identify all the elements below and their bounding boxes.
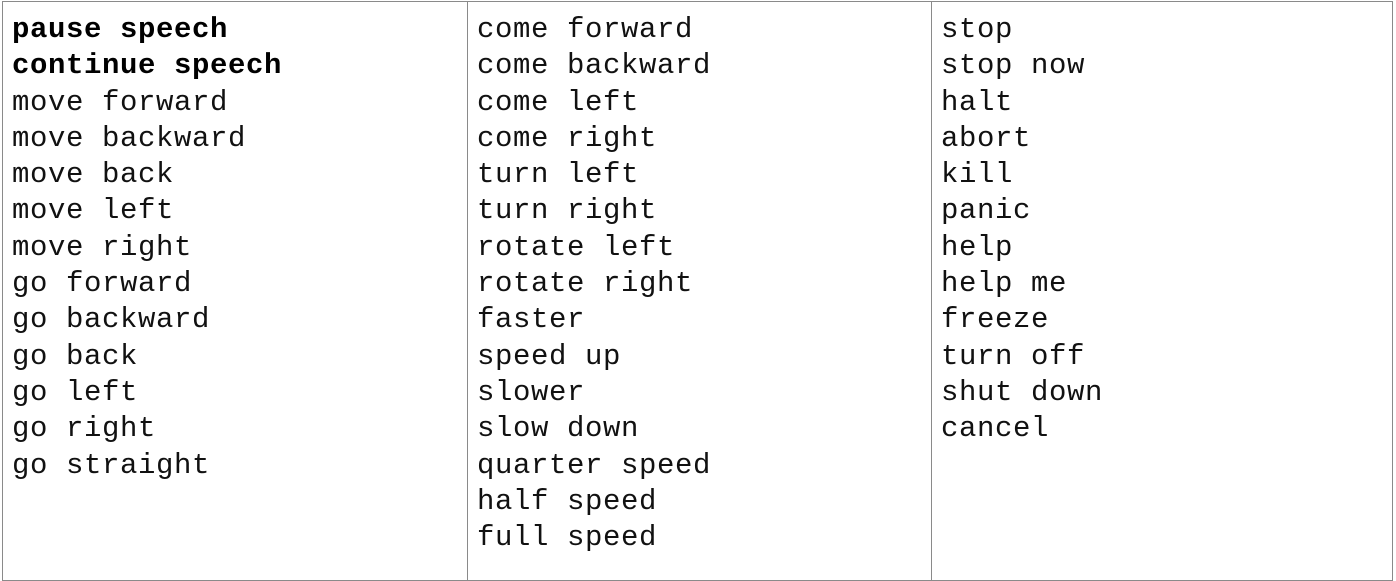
command-item: move backward bbox=[12, 121, 247, 155]
command-item: cancel bbox=[941, 412, 1050, 446]
command-item: slower bbox=[477, 375, 586, 409]
command-item: pause speech bbox=[12, 13, 229, 46]
command-item: half speed bbox=[477, 484, 658, 518]
command-item: turn right bbox=[477, 194, 658, 228]
command-item: help bbox=[941, 230, 1014, 264]
command-column-3: stop stop now halt abort kill panic help help m… bbox=[932, 2, 1392, 580]
command-item: move right bbox=[12, 230, 193, 264]
command-item: go straight bbox=[12, 448, 211, 482]
command-list: come forward come backward come left come r… bbox=[477, 12, 931, 556]
command-column-1: pause speech continue speech move forward m… bbox=[3, 2, 468, 580]
command-item: rotate right bbox=[477, 267, 694, 301]
command-item: abort bbox=[941, 121, 1032, 155]
command-item: faster bbox=[477, 303, 586, 337]
command-item: stop bbox=[941, 13, 1014, 46]
command-item: turn left bbox=[477, 158, 640, 192]
command-item: continue speech bbox=[12, 49, 283, 83]
command-table: pause speech continue speech move forward m… bbox=[2, 1, 1393, 581]
command-column-2: come forward come backward come left come r… bbox=[468, 2, 932, 580]
command-item: quarter speed bbox=[477, 448, 712, 482]
command-item: kill bbox=[941, 158, 1014, 192]
command-item: come left bbox=[477, 85, 640, 119]
command-item: slow down bbox=[477, 412, 640, 446]
command-item: shut down bbox=[941, 375, 1104, 409]
command-item: come right bbox=[477, 121, 658, 155]
command-item: help me bbox=[941, 267, 1068, 301]
command-item: rotate left bbox=[477, 230, 676, 264]
command-item: full speed bbox=[477, 521, 658, 555]
command-item: move left bbox=[12, 194, 175, 228]
command-list: stop stop now halt abort kill panic help help m… bbox=[941, 12, 1392, 448]
command-item: go back bbox=[12, 339, 139, 373]
command-item: panic bbox=[941, 194, 1032, 228]
command-item: come backward bbox=[477, 49, 712, 83]
command-item: go backward bbox=[12, 303, 211, 337]
command-item: turn off bbox=[941, 339, 1086, 373]
command-item: freeze bbox=[941, 303, 1050, 337]
command-item: speed up bbox=[477, 339, 622, 373]
command-item: go forward bbox=[12, 267, 193, 301]
command-item: come forward bbox=[477, 13, 694, 46]
command-item: go right bbox=[12, 412, 157, 446]
command-item: go left bbox=[12, 375, 139, 409]
command-item: move back bbox=[12, 158, 175, 192]
command-item: move forward bbox=[12, 85, 229, 119]
command-item: stop now bbox=[941, 49, 1086, 83]
command-list: pause speech continue speech move forward m… bbox=[12, 12, 467, 484]
command-item: halt bbox=[941, 85, 1014, 119]
